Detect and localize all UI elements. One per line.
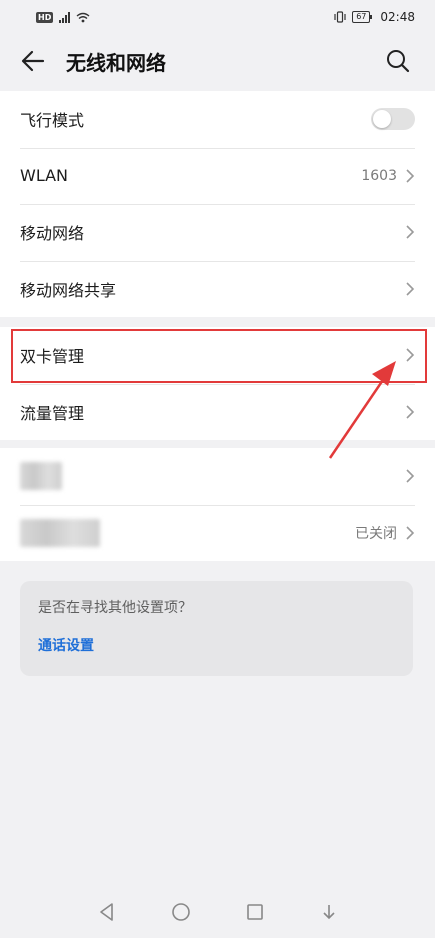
row-label: 流量管理 <box>20 403 85 423</box>
hd-icon: HD <box>36 11 54 23</box>
row-label: WLAN <box>20 166 69 186</box>
signal-icon <box>59 11 71 23</box>
row-mobile-network[interactable]: 移动网络 <box>0 204 435 261</box>
wifi-icon <box>76 12 90 22</box>
status-value: 已关闭 <box>355 525 397 542</box>
row-blurred-2[interactable]: 已关闭 <box>0 504 435 562</box>
recent-square-icon[interactable] <box>244 901 266 923</box>
row-right: 已关闭 <box>355 523 415 543</box>
row-right <box>371 108 415 131</box>
row-right <box>405 281 415 297</box>
row-label: 飞行模式 <box>20 111 85 131</box>
app-header: 无线和网络 <box>0 34 435 90</box>
status-left: HD <box>36 11 90 23</box>
status-bar: HD 67 02:48 <box>0 0 435 34</box>
settings-section-sim: 双卡管理 流量管理 <box>0 327 435 440</box>
blurred-label <box>20 518 100 547</box>
row-tethering[interactable]: 移动网络共享 <box>0 260 435 318</box>
page-title: 无线和网络 <box>66 51 166 75</box>
chevron-right-icon <box>406 225 415 239</box>
settings-section-other: 已关闭 <box>0 448 435 561</box>
row-label: 双卡管理 <box>20 347 85 367</box>
home-circle-icon[interactable] <box>170 901 192 923</box>
settings-section-network: 飞行模式 WLAN 1603 移动网络 移动网络共享 <box>0 91 435 317</box>
chevron-right-icon <box>406 469 415 483</box>
back-triangle-icon[interactable] <box>96 901 118 923</box>
notification-down-icon[interactable] <box>318 901 340 923</box>
row-right <box>405 347 415 363</box>
suggestion-question: 是否在寻找其他设置项？ <box>38 600 192 616</box>
chevron-right-icon <box>406 348 415 362</box>
chevron-right-icon <box>406 405 415 419</box>
row-right <box>405 404 415 420</box>
row-right <box>405 468 415 484</box>
navigation-bar <box>0 886 435 938</box>
chevron-right-icon <box>406 169 415 183</box>
row-airplane-mode[interactable]: 飞行模式 <box>0 91 435 148</box>
row-right: 1603 <box>361 168 415 184</box>
battery-icon: 67 <box>352 11 373 23</box>
suggestion-card: 是否在寻找其他设置项？ 通话设置 <box>20 581 413 676</box>
blurred-label <box>20 462 62 491</box>
call-settings-link[interactable]: 通话设置 <box>38 635 94 655</box>
chevron-right-icon <box>406 526 415 540</box>
row-data-usage[interactable]: 流量管理 <box>0 383 435 441</box>
row-dual-sim[interactable]: 双卡管理 <box>0 327 435 384</box>
row-blurred-1[interactable] <box>0 448 435 505</box>
status-right: 67 02:48 <box>334 10 415 24</box>
wlan-value: 1603 <box>361 167 397 184</box>
search-icon[interactable] <box>385 48 411 74</box>
status-time: 02:48 <box>380 10 415 24</box>
row-label: 移动网络 <box>20 224 85 244</box>
airplane-mode-toggle[interactable] <box>371 108 415 131</box>
row-label: 移动网络共享 <box>20 280 117 300</box>
chevron-right-icon <box>406 282 415 296</box>
back-arrow-icon[interactable] <box>20 48 46 74</box>
vibrate-icon <box>334 11 346 23</box>
row-wlan[interactable]: WLAN 1603 <box>0 147 435 205</box>
row-right <box>405 224 415 240</box>
